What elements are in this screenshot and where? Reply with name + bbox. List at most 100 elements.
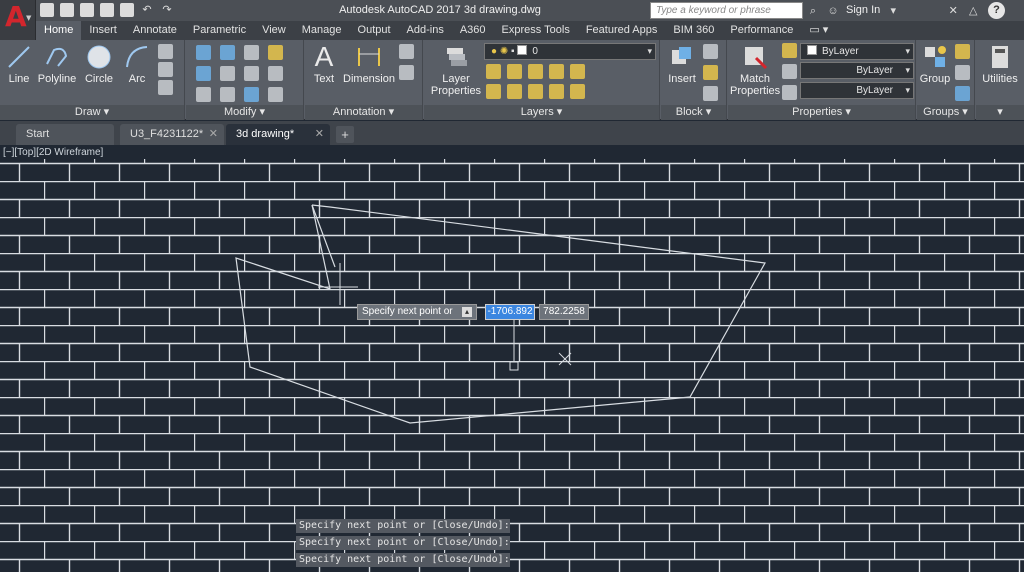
table-icon[interactable] [399, 65, 414, 80]
utilities-button[interactable]: Utilities [978, 44, 1022, 85]
group-selection-icon[interactable] [955, 86, 970, 101]
layer-tool-8-icon[interactable] [528, 84, 543, 99]
group-button[interactable]: Group [919, 44, 951, 85]
save-icon[interactable] [80, 3, 94, 17]
coordinate-x-input[interactable]: -1706.892 [485, 304, 535, 320]
arc-tool-button[interactable]: Arc [122, 44, 152, 85]
binoculars-icon[interactable]: ⌕ [806, 4, 820, 18]
trim-icon[interactable] [244, 45, 259, 60]
line-tool-button[interactable]: Line [5, 44, 33, 85]
match-properties-button[interactable]: Match Properties [730, 44, 780, 97]
layers-panel-footer[interactable]: Layers ▾ [424, 105, 659, 120]
layer-dropdown[interactable]: ● ✺ ▪ 0 [484, 43, 656, 60]
tab-a360[interactable]: A360 [452, 21, 494, 40]
array-icon[interactable] [244, 87, 259, 102]
explode-icon[interactable] [268, 66, 283, 81]
rectangle-icon[interactable] [158, 44, 173, 59]
chevron-down-icon[interactable]: ▾ [886, 4, 900, 18]
layer-properties-button[interactable]: Layer Properties [428, 44, 484, 97]
dimension-tool-button[interactable]: Dimension [343, 44, 395, 85]
lineweight-dropdown[interactable]: ByLayer [800, 82, 914, 99]
scale-icon[interactable] [220, 87, 235, 102]
block-panel-footer[interactable]: Block ▾ [661, 105, 726, 120]
drawing-canvas[interactable] [0, 145, 1024, 572]
layer-tool-7-icon[interactable] [507, 84, 522, 99]
ungroup-icon[interactable] [955, 44, 970, 59]
layer-tool-4-icon[interactable] [549, 64, 564, 79]
color-dropdown[interactable]: ByLayer [800, 43, 914, 60]
rotate-icon[interactable] [220, 45, 235, 60]
erase-icon[interactable] [268, 45, 283, 60]
tab-annotate[interactable]: Annotate [125, 21, 185, 40]
polyline-tool-button[interactable]: Polyline [36, 44, 78, 85]
help-icon[interactable]: ? [988, 2, 1005, 19]
ellipse-icon[interactable] [158, 62, 173, 77]
hatch-icon[interactable] [158, 80, 173, 95]
tab-featured-apps[interactable]: Featured Apps [578, 21, 666, 40]
offset-icon[interactable] [268, 87, 283, 102]
application-menu-button[interactable]: A ▼ [0, 0, 36, 40]
new-file-icon[interactable] [40, 3, 54, 17]
layer-tool-5-icon[interactable] [570, 64, 585, 79]
leader-icon[interactable] [399, 44, 414, 59]
linetype-icon[interactable] [782, 64, 797, 79]
utilities-panel-footer[interactable]: ▾ [976, 105, 1024, 120]
text-tool-button[interactable]: A Text [310, 43, 338, 86]
ribbon-options-icon[interactable]: ▭ ▾ [801, 21, 836, 40]
tab-performance[interactable]: Performance [722, 21, 801, 40]
circle-tool-button[interactable]: Circle [82, 44, 116, 85]
open-file-icon[interactable] [60, 3, 74, 17]
properties-panel-footer[interactable]: Properties ▾ [728, 105, 915, 120]
tab-view[interactable]: View [254, 21, 294, 40]
layer-tool-3-icon[interactable] [528, 64, 543, 79]
coordinate-y-input[interactable]: 782.2258 [539, 304, 589, 320]
close-icon[interactable]: ✕ [315, 124, 324, 145]
insert-block-button[interactable]: Insert [665, 44, 699, 85]
tab-express-tools[interactable]: Express Tools [494, 21, 578, 40]
tab-bim-360[interactable]: BIM 360 [665, 21, 722, 40]
tab-home[interactable]: Home [36, 21, 82, 40]
search-input[interactable]: Type a keyword or phrase [650, 2, 803, 19]
mirror-icon[interactable] [220, 66, 235, 81]
undo-icon[interactable]: ↶ [140, 3, 154, 17]
layer-tool-1-icon[interactable] [486, 64, 501, 79]
tab-parametric[interactable]: Parametric [185, 21, 254, 40]
linetype-dropdown[interactable]: ByLayer [800, 62, 914, 79]
layer-tool-2-icon[interactable] [507, 64, 522, 79]
a360-icon[interactable]: △ [966, 4, 980, 18]
file-tab-start[interactable]: Start [16, 124, 114, 145]
annotation-panel-footer[interactable]: Annotation ▾ [305, 105, 422, 120]
print-icon[interactable] [120, 3, 134, 17]
viewport-controls-label[interactable]: [−][Top][2D Wireframe] [3, 147, 103, 158]
block-attributes-icon[interactable] [703, 86, 718, 101]
create-block-icon[interactable] [703, 44, 718, 59]
signin-link[interactable]: Sign In [846, 0, 880, 21]
layer-tool-10-icon[interactable] [570, 84, 585, 99]
lineweight-icon[interactable] [782, 85, 797, 100]
file-tab-u3[interactable]: U3_F4231122* ✕ [120, 124, 224, 145]
redo-icon[interactable]: ↷ [160, 3, 174, 17]
color-wheel-icon[interactable] [782, 43, 797, 58]
new-tab-button[interactable]: + [336, 126, 354, 143]
group-edit-icon[interactable] [955, 65, 970, 80]
tab-add-ins[interactable]: Add-ins [399, 21, 452, 40]
tab-output[interactable]: Output [350, 21, 399, 40]
exchange-apps-icon[interactable]: ✕ [946, 4, 960, 18]
move-icon[interactable] [196, 45, 211, 60]
draw-panel-footer[interactable]: Draw ▾ [0, 105, 184, 120]
close-icon[interactable]: ✕ [209, 124, 218, 145]
tab-insert[interactable]: Insert [81, 21, 125, 40]
drawing-viewport[interactable]: [−][Top][2D Wireframe] Specify next poin… [0, 145, 1024, 572]
modify-panel-footer[interactable]: Modify ▾ [186, 105, 303, 120]
tab-manage[interactable]: Manage [294, 21, 350, 40]
edit-block-icon[interactable] [703, 65, 718, 80]
file-tab-3d-drawing[interactable]: 3d drawing* ✕ [226, 124, 330, 145]
save-as-icon[interactable] [100, 3, 114, 17]
layer-tool-6-icon[interactable] [486, 84, 501, 99]
fillet-icon[interactable] [244, 66, 259, 81]
copy-icon[interactable] [196, 66, 211, 81]
stretch-icon[interactable] [196, 87, 211, 102]
groups-panel-footer[interactable]: Groups ▾ [917, 105, 974, 120]
prompt-options-icon[interactable]: ▴ [462, 307, 472, 317]
layer-tool-9-icon[interactable] [549, 84, 564, 99]
